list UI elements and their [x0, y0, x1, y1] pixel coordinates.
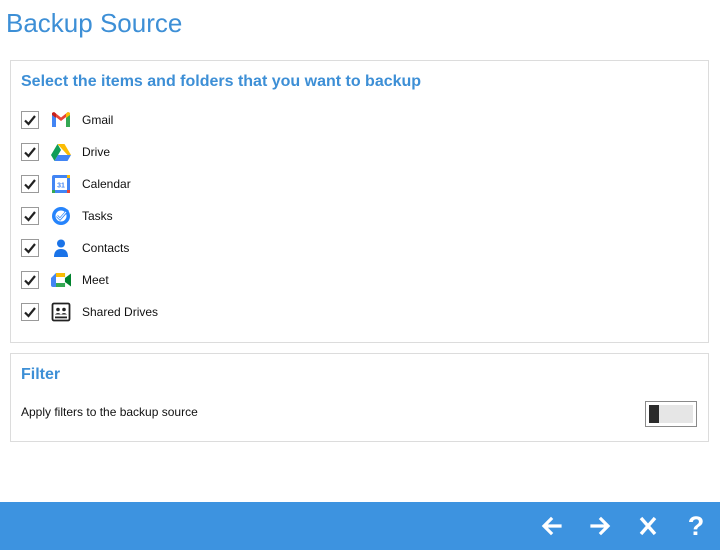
items-panel: Select the items and folders that you wa…: [10, 60, 709, 343]
shared-drives-checkbox[interactable]: [21, 303, 39, 321]
drive-icon: [50, 141, 72, 163]
calendar-checkbox[interactable]: [21, 175, 39, 193]
drive-checkbox[interactable]: [21, 143, 39, 161]
item-row-shared-drives: Shared Drives: [21, 300, 421, 324]
gmail-checkbox[interactable]: [21, 111, 39, 129]
contacts-icon: [50, 237, 72, 259]
checkmark-icon: [24, 115, 36, 126]
calendar-icon: 31: [50, 173, 72, 195]
svg-text:31: 31: [57, 183, 65, 190]
filter-panel-heading: Filter: [21, 366, 61, 383]
filter-toggle-knob: [649, 405, 659, 423]
item-row-meet: Meet: [21, 268, 421, 292]
item-row-contacts: Contacts: [21, 236, 421, 260]
close-icon: [639, 516, 657, 536]
forward-arrow-icon: [590, 516, 611, 536]
items-panel-heading: Select the items and folders that you wa…: [21, 73, 422, 90]
shared-drives-icon: [50, 301, 72, 323]
page-title: Backup Source: [6, 8, 183, 38]
tasks-checkbox[interactable]: [21, 207, 39, 225]
filter-description: Apply filters to the backup source: [21, 405, 198, 419]
filter-panel: Filter Apply filters to the backup sourc…: [10, 353, 709, 442]
item-label-drive: Drive: [82, 145, 111, 159]
item-label-gmail: Gmail: [82, 113, 114, 127]
meet-icon: [50, 269, 72, 291]
help-button[interactable]: ?: [682, 512, 710, 540]
back-arrow-icon: [541, 516, 562, 536]
checkmark-icon: [24, 179, 36, 190]
checkmark-icon: [24, 243, 36, 254]
item-row-gmail: Gmail: [21, 108, 421, 132]
cancel-button[interactable]: [634, 512, 662, 540]
checkmark-icon: [24, 275, 36, 286]
checkmark-icon: [24, 211, 36, 222]
item-label-tasks: Tasks: [82, 209, 113, 223]
footer-bar: ?: [0, 502, 720, 550]
help-icon: ?: [687, 511, 705, 541]
back-button[interactable]: [538, 512, 566, 540]
next-button[interactable]: [586, 512, 614, 540]
item-label-shared-drives: Shared Drives: [82, 305, 159, 319]
filter-toggle-track: [649, 405, 693, 423]
meet-checkbox[interactable]: [21, 271, 39, 289]
item-row-calendar: 31 Calendar: [21, 172, 421, 196]
tasks-icon: [50, 205, 72, 227]
item-label-contacts: Contacts: [82, 241, 130, 255]
contacts-checkbox[interactable]: [21, 239, 39, 257]
item-label-calendar: Calendar: [82, 177, 131, 191]
checkmark-icon: [24, 147, 36, 158]
item-row-tasks: Tasks: [21, 204, 421, 228]
item-label-meet: Meet: [82, 273, 109, 287]
gmail-icon: [50, 109, 72, 131]
checkmark-icon: [24, 307, 36, 318]
item-row-drive: Drive: [21, 140, 421, 164]
filter-toggle[interactable]: [645, 401, 697, 427]
